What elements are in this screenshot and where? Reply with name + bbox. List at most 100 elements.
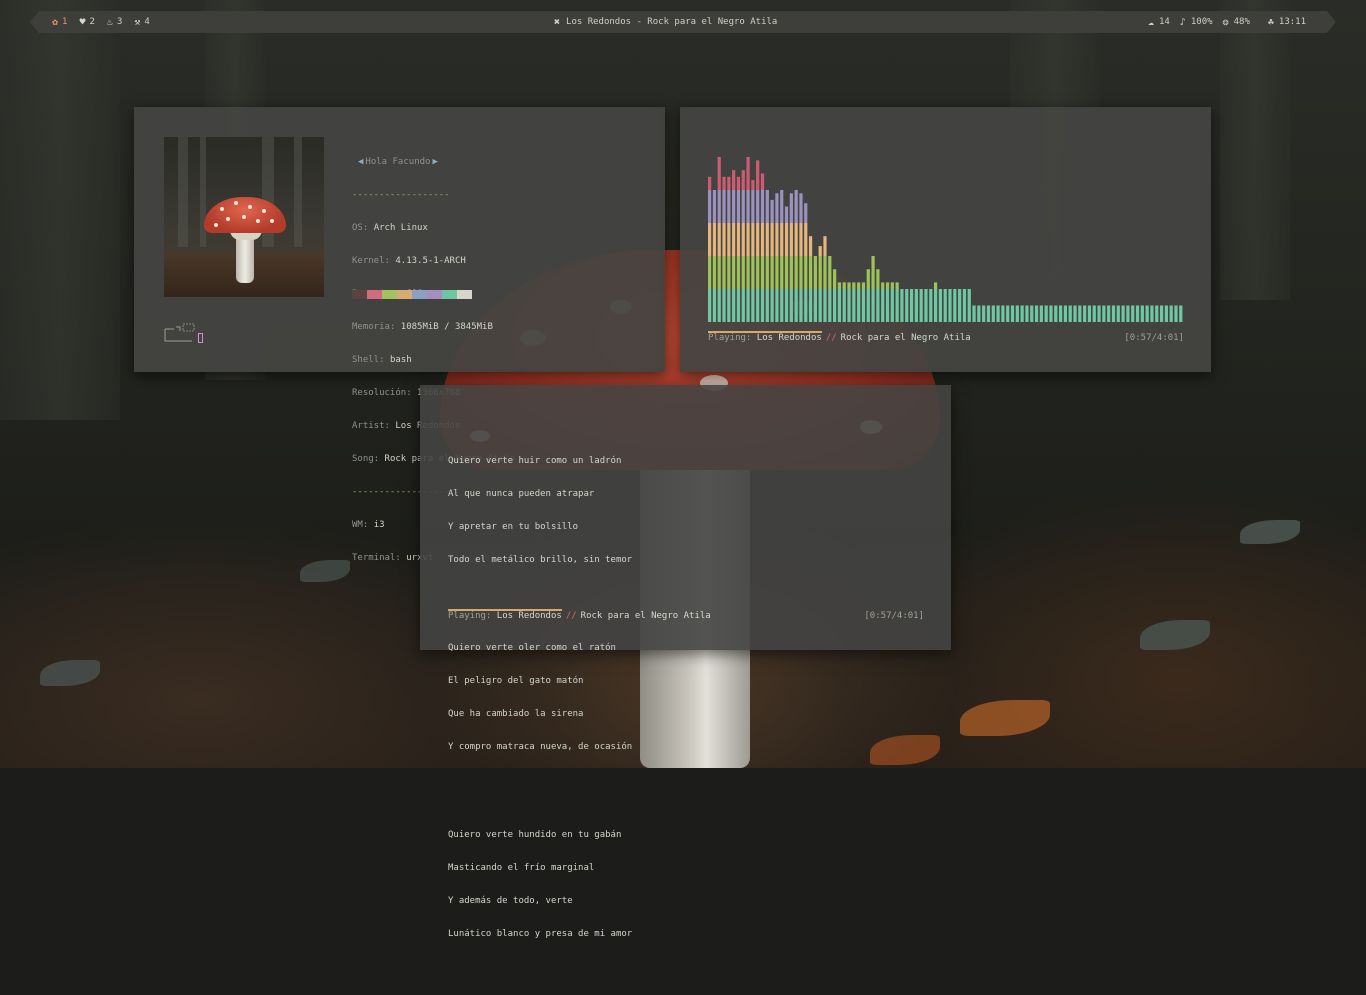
visualizer-bar — [1039, 305, 1043, 322]
bell-icon: ♪ — [1179, 16, 1186, 28]
visualizer-bar — [1054, 305, 1058, 322]
info-row-kernel: Kernel: 4.13.5-1-ARCH — [352, 256, 466, 266]
greeting: ◀ Hola Facundo ▶ — [358, 157, 438, 167]
visualizer-bar — [1116, 305, 1120, 322]
visualizer-bar — [823, 236, 827, 322]
visualizer-bar — [1030, 305, 1034, 322]
visualizer-bar — [1179, 305, 1183, 322]
visualizer-bar — [861, 282, 866, 322]
cloud-icon: ☁ — [1147, 16, 1155, 28]
weather-status[interactable]: ☁ 14 — [1148, 17, 1170, 28]
now-playing-artist: Los Redondos — [496, 611, 562, 621]
terminal-cursor — [198, 333, 203, 343]
info-row-os: OS: Arch Linux — [352, 223, 428, 233]
visualizer-bar — [732, 170, 736, 322]
visualizer-bar — [784, 206, 789, 322]
info-separator: ------------------ — [352, 190, 450, 200]
visualizer-bar — [818, 246, 822, 322]
lyrics-line: Masticando el frío marginal — [448, 863, 595, 873]
visualizer-bar — [1140, 305, 1144, 322]
workspace-4[interactable]: ⚒ 4 — [134, 17, 149, 28]
visualizer-bar — [1073, 305, 1077, 322]
visualizer-bar — [890, 282, 894, 322]
visualizer-bar — [900, 289, 904, 322]
visualizer-bar — [953, 289, 957, 322]
status-area: ☁ 14 ♪ 100% ❂ 48% ☘ 13:11 — [1138, 11, 1306, 33]
close-x-icon: ✖ — [554, 16, 561, 28]
playback-time: [0:57/4:01] — [864, 611, 924, 621]
fetch-terminal-window[interactable]: ◀ Hola Facundo ▶ ------------------ OS: Ar… — [134, 107, 665, 563]
lyrics-stanza: Quiero verte oler como el ratón El pelig… — [448, 621, 632, 775]
visualizer-bar — [1020, 305, 1024, 322]
visualizer-bar — [933, 282, 938, 322]
visualizer-bar — [919, 289, 923, 322]
visualizer-bar — [842, 282, 846, 322]
visualizer-bar — [1150, 305, 1154, 322]
visualizer-bar — [876, 269, 880, 322]
visualizer-bar — [1015, 305, 1019, 322]
workspace-2[interactable]: ♥ 2 — [79, 17, 94, 28]
workspace-1[interactable]: ✿ 1 — [52, 17, 67, 28]
palette-swatch — [367, 290, 382, 299]
visualizer-bar — [1063, 305, 1068, 322]
visualizer-bar — [727, 176, 731, 322]
visualizer-bar — [1121, 305, 1125, 322]
visualizer-bar — [895, 282, 899, 322]
visualizer-bar — [1058, 305, 1063, 322]
visualizer-bar — [1025, 305, 1029, 322]
visualizer-bar — [1169, 305, 1173, 322]
visualizer-bar — [741, 170, 745, 322]
visualizer-bar — [852, 282, 856, 322]
battery-status[interactable]: ❂ 48% — [1223, 17, 1250, 28]
lyrics-line: El peligro del gato matón — [448, 676, 584, 686]
visualizer-bar — [804, 203, 808, 322]
heart-icon: ♥ — [79, 16, 86, 28]
visualizer-bar — [1001, 305, 1005, 322]
visualizer-bar — [708, 176, 712, 322]
visualizer-bar — [828, 256, 832, 322]
playing-label: Playing: — [708, 333, 752, 343]
now-playing-separator: // — [565, 611, 577, 621]
workspace-3[interactable]: ♨ 3 — [107, 17, 122, 28]
visualizer-bar — [1049, 305, 1053, 322]
lyrics-window[interactable]: Quiero verte huir como un ladrón Al que … — [420, 385, 951, 939]
volume-status[interactable]: ♪ 100% — [1180, 17, 1213, 28]
lyrics-line: Al que nunca pueden atrapar — [448, 489, 595, 499]
visualizer-bar — [977, 305, 981, 322]
visualizer-bar — [833, 269, 837, 322]
lyrics-stanza: Quiero verte huir como un ladrón Al que … — [448, 434, 632, 588]
visualizer-bar — [712, 190, 717, 322]
visualizer-bar — [1107, 305, 1111, 322]
visualizer-bar — [1010, 305, 1015, 322]
visualizer-bar — [794, 190, 798, 322]
visualizer-bar — [1078, 305, 1082, 322]
visualizer-bar — [1102, 305, 1106, 322]
clock-status[interactable]: ☘ 13:11 — [1268, 17, 1306, 28]
color-palette — [352, 290, 472, 299]
playback-time: [0:57/4:01] — [1124, 333, 1184, 343]
visualizer-bar — [924, 289, 928, 322]
visualizer-bar — [929, 289, 933, 322]
visualizer-bar — [857, 282, 861, 322]
leaf-icon: ☘ — [1267, 16, 1274, 28]
visualizer-bar — [909, 289, 914, 322]
visualizer-bar — [1155, 305, 1159, 322]
paw-icon: ❂ — [1222, 16, 1229, 28]
lyrics-line: Y apretar en tu bolsillo — [448, 522, 579, 532]
visualizer-bar — [958, 289, 962, 322]
visualizer-bar — [736, 176, 741, 322]
visualizer-bar — [770, 199, 774, 322]
info-row-memory: Memoria: 1085MiB / 3845MiB — [352, 322, 493, 332]
flower-icon: ✿ — [52, 16, 59, 28]
visualizer-bar — [914, 289, 918, 322]
visualizer-bar — [1135, 305, 1140, 322]
visualizer-bar — [881, 282, 885, 322]
hammer-icon: ⚒ — [134, 16, 141, 28]
visualizer-bar — [991, 305, 995, 322]
visualizer-bar — [948, 289, 952, 322]
visualizer-bar — [1126, 305, 1130, 322]
visualizer-window[interactable]: Playing: Los Redondos//Rock para el Negr… — [680, 107, 1211, 372]
visualizer-bar — [866, 269, 870, 322]
visualizer-bar — [1164, 305, 1168, 322]
window-title: ✖ Los Redondos - Rock para el Negro Atil… — [554, 11, 777, 33]
